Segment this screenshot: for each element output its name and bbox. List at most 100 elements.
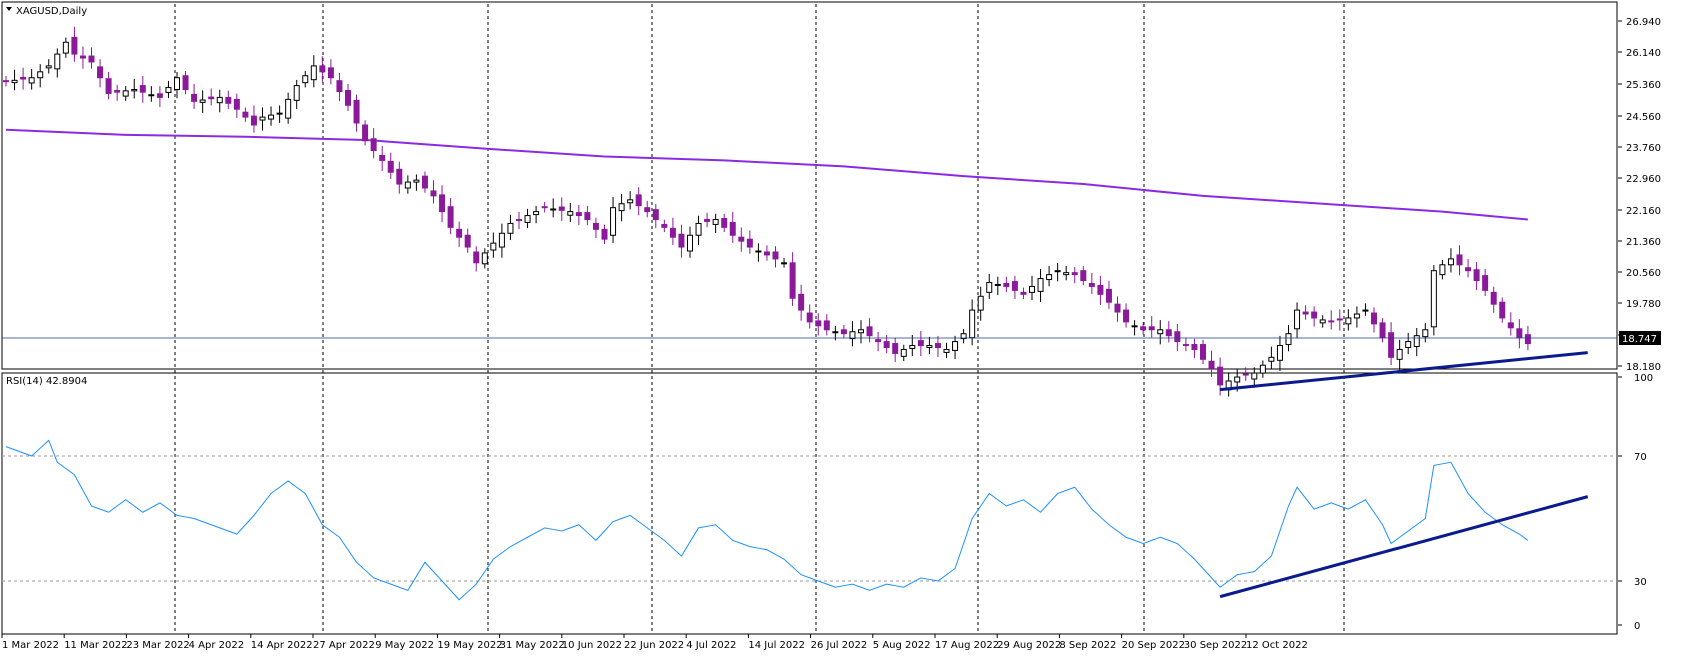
- candle-body: [1456, 254, 1463, 266]
- candle-body: [892, 343, 899, 354]
- candle-body: [952, 341, 959, 351]
- candle-body: [1422, 329, 1429, 338]
- candle-body: [1396, 348, 1403, 360]
- candle-body: [789, 262, 796, 299]
- candle-body: [1353, 313, 1360, 319]
- chart-window[interactable]: 26.940 26.140 25.360 24.560 23.760 22.960 22.1…: [0, 0, 1683, 654]
- candle-body: [840, 329, 847, 335]
- candle-body: [1499, 301, 1506, 319]
- candle-body: [456, 228, 463, 238]
- candle-body: [1182, 344, 1189, 347]
- date-tick-label: 29 Aug 2022: [997, 640, 1061, 651]
- candle-body: [969, 309, 976, 339]
- candle-body: [362, 124, 369, 142]
- date-tick-label: 1 Mar 2022: [2, 640, 59, 651]
- candle-body: [45, 65, 52, 69]
- candle-body: [507, 222, 514, 234]
- candle-body: [345, 90, 351, 106]
- candle-body: [524, 215, 531, 223]
- price-tick-label: 26.940: [1626, 17, 1661, 28]
- candle-body: [156, 93, 163, 98]
- rsi-tick-label: 30: [1634, 577, 1647, 588]
- candle-body: [1482, 275, 1489, 291]
- candle-body: [1165, 329, 1172, 337]
- candle-body: [336, 80, 343, 92]
- candle-body: [310, 65, 317, 81]
- candle-body: [97, 66, 104, 79]
- candle-body: [1405, 341, 1412, 348]
- candle-body: [285, 98, 292, 119]
- candle-body: [1473, 269, 1480, 282]
- candle-body: [396, 168, 403, 185]
- candle-body: [139, 85, 146, 93]
- candle-body: [1259, 364, 1266, 374]
- candle-body: [1302, 311, 1309, 315]
- date-tick-label: 27 Apr 2022: [313, 640, 375, 651]
- candle-body: [1447, 258, 1454, 266]
- candle-body: [62, 41, 69, 54]
- candle-body: [1200, 344, 1206, 360]
- chart-canvas[interactable]: 26.940 26.140 25.360 24.560 23.760 22.960 22.1…: [0, 0, 1683, 654]
- candle-body: [635, 194, 642, 207]
- candle-body: [1088, 282, 1095, 287]
- candle-body: [610, 207, 617, 236]
- candle-body: [79, 55, 86, 59]
- candle-body: [1054, 270, 1061, 273]
- candle-body: [755, 250, 762, 253]
- candle-body: [174, 77, 180, 91]
- price-tick-label: 21.360: [1626, 237, 1661, 248]
- candle-body: [687, 234, 693, 252]
- candle-body: [28, 77, 35, 84]
- candle-body: [250, 115, 257, 126]
- candle-body: [575, 212, 582, 217]
- candle-body: [1123, 309, 1130, 323]
- candle-body: [379, 154, 386, 161]
- candle-body: [746, 238, 753, 248]
- date-tick-label: 26 Jul 2022: [811, 640, 868, 651]
- candle-body: [1276, 345, 1283, 361]
- candle-body: [1234, 376, 1241, 383]
- candle-body: [1191, 344, 1198, 350]
- candle-body: [567, 211, 574, 216]
- candle-body: [71, 36, 78, 55]
- date-tick-label: 5 Aug 2022: [873, 640, 931, 651]
- candle-body: [148, 94, 155, 97]
- price-tick-label: 26.140: [1626, 48, 1661, 59]
- candle-body: [473, 251, 480, 264]
- rsi-label: RSI(14) 42.8904: [6, 376, 87, 387]
- candle-body: [1097, 284, 1104, 295]
- candle-body: [1516, 328, 1523, 339]
- candle-body: [798, 293, 805, 311]
- candle-body: [866, 326, 873, 337]
- candle-body: [986, 282, 993, 293]
- candle-body: [114, 90, 121, 93]
- candle-body: [259, 116, 266, 121]
- date-tick-label: 30 Sep 2022: [1184, 640, 1247, 651]
- date-tick-label: 10 Jun 2022: [562, 640, 622, 651]
- candle-body: [926, 345, 933, 348]
- date-tick-label: 4 Apr 2022: [189, 640, 244, 651]
- price-tick-label: 18.180: [1626, 362, 1661, 373]
- candle-body: [404, 181, 411, 189]
- candle-body: [917, 340, 924, 347]
- date-tick-label: 17 Aug 2022: [935, 640, 999, 651]
- date-tick-label: 23 Mar 2022: [126, 640, 189, 651]
- candle-body: [1294, 309, 1301, 330]
- candle-body: [1242, 373, 1249, 376]
- candle-body: [105, 78, 112, 94]
- candle-body: [806, 312, 813, 323]
- date-tick-label: 20 Sep 2022: [1122, 640, 1185, 651]
- candle-body: [712, 218, 719, 225]
- current-price-label: 18.747: [1622, 334, 1657, 345]
- candle-body: [481, 252, 488, 265]
- candle-body: [1208, 360, 1215, 370]
- candle-body: [1345, 317, 1352, 325]
- candle-body: [601, 228, 608, 240]
- candle-body: [1157, 329, 1164, 335]
- candle-body: [678, 233, 685, 248]
- candle-body: [276, 112, 283, 115]
- candle-body: [1379, 322, 1386, 339]
- candle-body: [413, 179, 420, 183]
- price-tick-label: 20.560: [1626, 268, 1661, 279]
- candle-body: [909, 345, 916, 349]
